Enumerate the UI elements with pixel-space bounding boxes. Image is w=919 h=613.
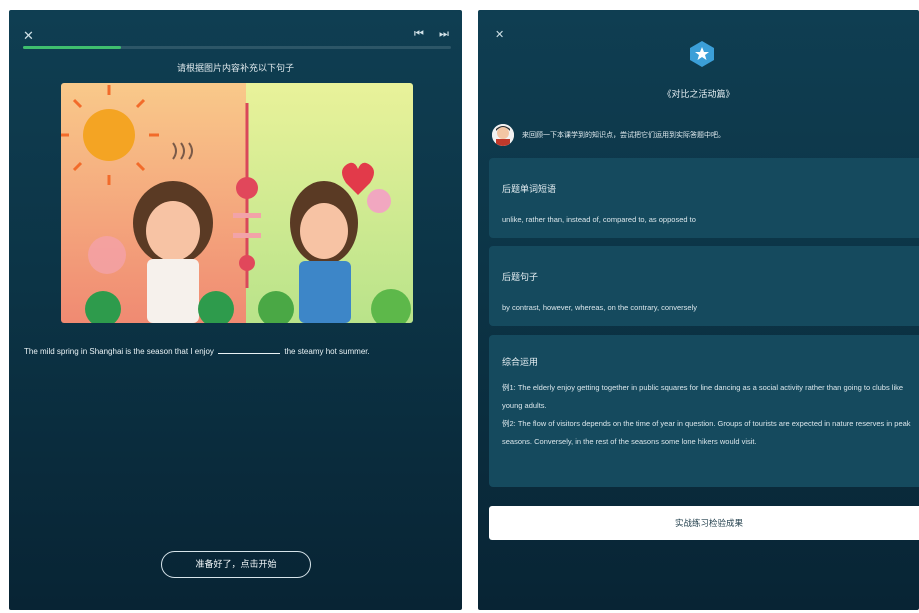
season-contrast-illustration bbox=[61, 83, 413, 323]
practice-button[interactable]: 实战练习检验成果 bbox=[489, 506, 919, 540]
review-panel: ✕ 《对比之活动篇》 来回顾一下本课学到的知识点，尝试把它们运用到实际答题中吧。… bbox=[478, 10, 919, 610]
example-1: 例1: The elderly enjoy getting together i… bbox=[502, 383, 904, 410]
example-2: 例2: The flow of visitors depends on the … bbox=[502, 419, 911, 446]
sentence-before: The mild spring in Shanghai is the seaso… bbox=[24, 347, 214, 356]
start-button[interactable]: 准备好了，点击开始 bbox=[161, 551, 311, 578]
vocab-card: 后题单词短语 unlike, rather than, instead of, … bbox=[489, 158, 919, 238]
card-title: 综合运用 bbox=[502, 357, 539, 367]
previous-icon[interactable]: ⏮ bbox=[414, 28, 424, 41]
card-title: 后题单词短语 bbox=[502, 184, 557, 194]
page-title: 《对比之活动篇》 bbox=[662, 89, 735, 99]
fill-blank-sentence: The mild spring in Shanghai is the seaso… bbox=[24, 341, 449, 362]
progress-bar bbox=[23, 46, 451, 49]
instruction-text: 请根据图片内容补充以下句子 bbox=[176, 63, 294, 73]
card-body: by contrast, however, whereas, on the co… bbox=[502, 303, 697, 312]
intro-text: 来回顾一下本课学到的知识点，尝试把它们运用到实际答题中吧。 bbox=[522, 132, 725, 139]
avatar bbox=[492, 124, 514, 146]
card-body: unlike, rather than, instead of, compare… bbox=[502, 215, 696, 224]
close-icon[interactable]: ✕ bbox=[23, 28, 34, 44]
sentences-card: 后题句子 by contrast, however, whereas, on t… bbox=[489, 246, 919, 326]
progress-bar-fill bbox=[23, 46, 122, 49]
star-badge-icon bbox=[689, 40, 715, 68]
card-body: 例1: The elderly enjoy getting together i… bbox=[502, 379, 912, 451]
sentence-after: the steamy hot summer. bbox=[284, 347, 370, 356]
card-title: 后题句子 bbox=[502, 272, 539, 282]
close-icon[interactable]: ✕ bbox=[495, 28, 504, 41]
answer-blank[interactable] bbox=[218, 344, 281, 354]
exercise-panel: ✕ ⏮ ⏭ 请根据图片内容补充以下句子 The mild spring in S… bbox=[9, 10, 462, 610]
next-icon[interactable]: ⏭ bbox=[439, 28, 449, 41]
usage-card: 综合运用 例1: The elderly enjoy getting toget… bbox=[489, 335, 919, 487]
